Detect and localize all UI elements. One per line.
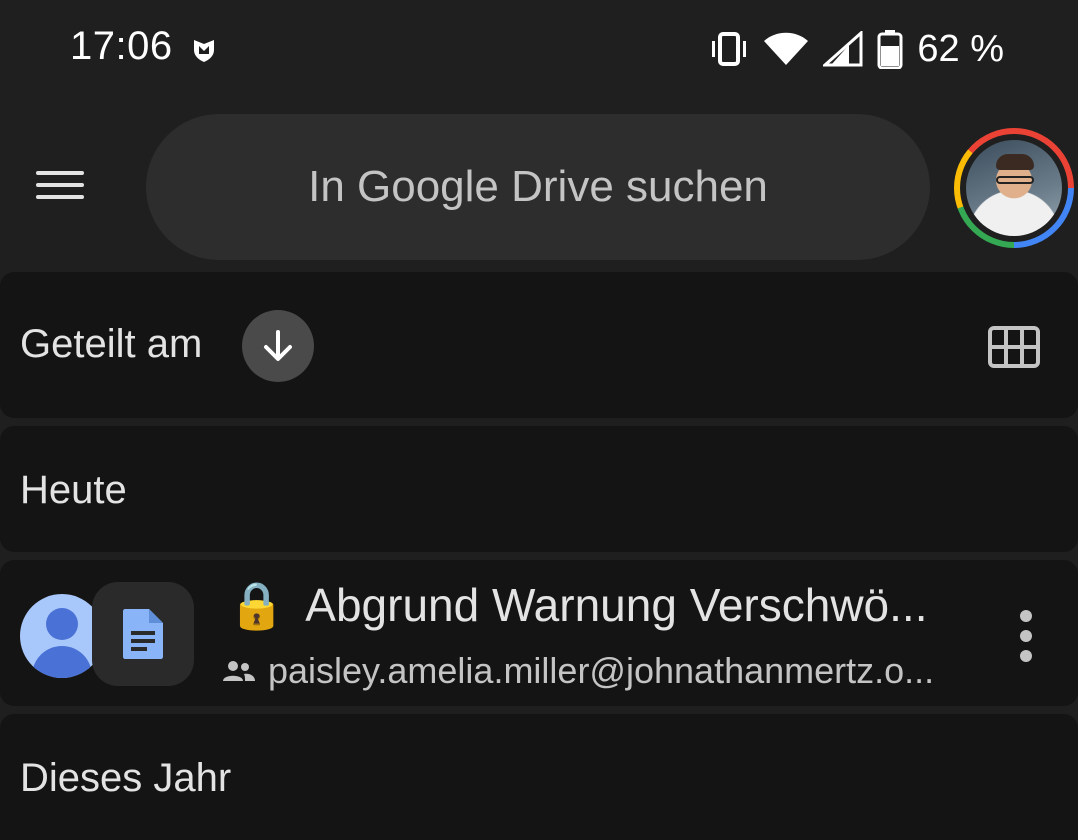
account-avatar (966, 140, 1062, 236)
status-time: 17:06 (70, 24, 173, 68)
section-title-today: Heute (20, 468, 127, 512)
file-owner-email: paisley.amelia.miller@johnathanmertz.o..… (268, 650, 935, 691)
more-vert-icon[interactable] (1008, 610, 1044, 662)
battery-icon (877, 30, 903, 69)
account-avatar-button[interactable] (954, 128, 1074, 248)
hamburger-menu-icon[interactable] (30, 160, 90, 210)
battery-percentage: 62 % (917, 27, 1004, 70)
cell-signal-icon (823, 31, 863, 67)
file-type-tile (92, 582, 194, 686)
search-placeholder: In Google Drive suchen (308, 162, 768, 211)
arrow-down-icon (264, 330, 292, 361)
sort-label[interactable]: Geteilt am (20, 322, 202, 367)
status-bar: 17:06 62 % (0, 0, 1078, 100)
wifi-icon (764, 32, 809, 65)
vibrate-icon (712, 32, 747, 66)
lock-icon: 🔒 (228, 579, 286, 631)
file-title: 🔒 Abgrund Warnung Verschwö... (228, 578, 958, 632)
shield-notification-icon (194, 40, 214, 62)
sort-direction-button[interactable] (242, 310, 314, 382)
section-title-this-year: Dieses Jahr (20, 756, 232, 800)
google-docs-icon (123, 609, 163, 659)
file-subtitle: paisley.amelia.miller@johnathanmertz.o..… (222, 650, 942, 692)
grid-view-icon[interactable] (988, 326, 1040, 368)
status-icons: 62 % (709, 24, 1004, 74)
search-bar[interactable]: In Google Drive suchen (146, 114, 930, 260)
people-icon (223, 661, 255, 681)
section-header-today (0, 426, 1078, 552)
file-name: Abgrund Warnung Verschwö... (305, 579, 928, 631)
